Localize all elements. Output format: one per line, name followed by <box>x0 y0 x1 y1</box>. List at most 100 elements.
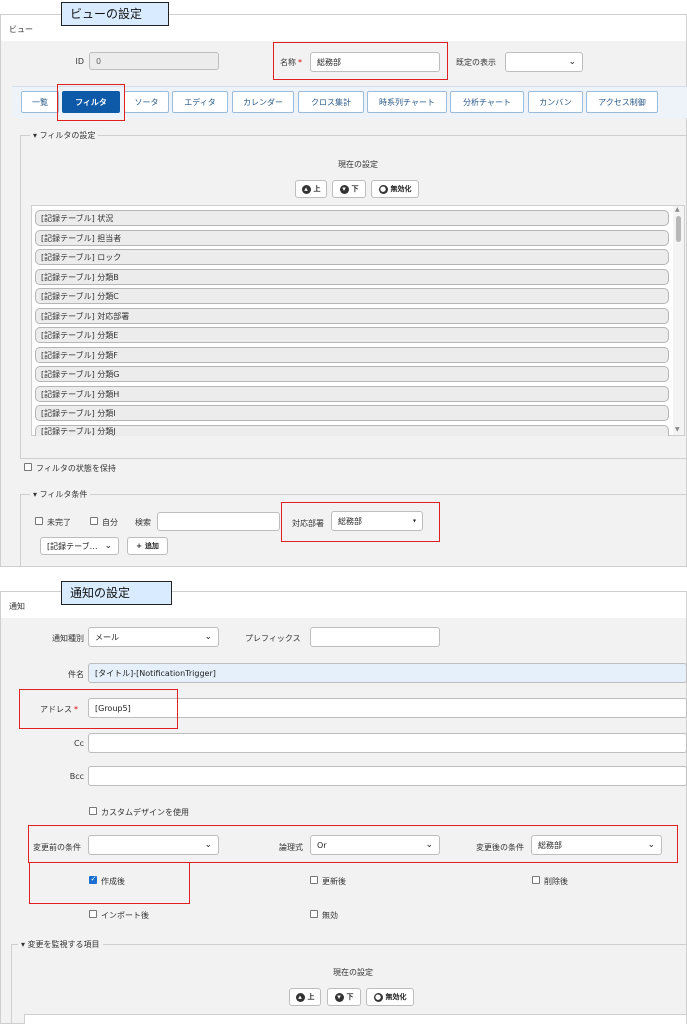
monitor-box <box>11 944 687 1024</box>
before-cond-label: 変更前の条件 <box>33 843 81 852</box>
after-cond-select[interactable]: 総務部 ⌄ <box>531 835 662 855</box>
prefix-label: プレフィックス <box>245 634 301 643</box>
chevron-down-icon: ⌄ <box>104 541 112 551</box>
subject-input[interactable]: [タイトル]-[NotificationTrigger] <box>88 663 687 683</box>
incomplete-checkbox[interactable] <box>35 517 43 525</box>
list-item[interactable]: [記録テーブル] 担当者 <box>35 230 669 246</box>
list-item[interactable]: [記録テーブル] ロック <box>35 249 669 265</box>
prefix-input[interactable] <box>310 627 440 647</box>
move-up-label: 上 <box>313 185 321 193</box>
monitor-move-up-button[interactable]: ▴ 上 <box>289 988 321 1006</box>
monitor-move-down-button[interactable]: ▾ 下 <box>327 988 361 1006</box>
bcc-input[interactable] <box>88 766 687 786</box>
list-item-text: [記録テーブル] 分類E <box>41 330 119 340</box>
tab-list[interactable]: 一覧 <box>21 91 59 113</box>
list-item[interactable]: [記録テーブル] 分類H <box>35 386 669 402</box>
list-item[interactable]: [記録テーブル] 分類E <box>35 327 669 343</box>
monitor-title-text: 変更を監視する項目 <box>27 940 100 949</box>
notify-disabled-checkbox[interactable] <box>310 910 318 918</box>
list-item[interactable]: [記録テーブル] 分類I <box>35 405 669 421</box>
current-settings-label: 現在の設定 <box>338 160 378 169</box>
list-item[interactable]: [記録テーブル] 分類C <box>35 288 669 304</box>
notify-settings-callout: 通知の設定 <box>61 581 172 605</box>
tab-crosstab-label: クロス集計 <box>311 97 351 107</box>
subject-value: [タイトル]-[NotificationTrigger] <box>95 668 216 678</box>
column-select[interactable]: [記録テーブ… ⌄ <box>40 537 119 555</box>
updated-label: 更新後 <box>322 877 346 886</box>
list-item[interactable]: [記録テーブル] 分類G <box>35 366 669 382</box>
deleted-checkbox[interactable] <box>532 876 540 884</box>
tab-kanban[interactable]: カンバン <box>528 91 583 113</box>
default-display-label: 既定の表示 <box>456 58 496 67</box>
custom-design-checkbox[interactable] <box>89 807 97 815</box>
notify-type-label: 通知種別 <box>52 634 84 643</box>
move-down-button[interactable]: ▾ 下 <box>332 180 366 198</box>
address-input[interactable]: [Group5] <box>88 698 687 718</box>
list-item-text: [記録テーブル] 担当者 <box>41 233 122 243</box>
tab-calendar[interactable]: カレンダー <box>232 91 294 113</box>
disable-button[interactable]: ● 無効化 <box>371 180 419 198</box>
updated-checkbox[interactable] <box>310 876 318 884</box>
list-item-text: [記録テーブル] 分類F <box>41 350 118 360</box>
self-checkbox[interactable] <box>90 517 98 525</box>
list-item-text: [記録テーブル] ロック <box>41 252 122 262</box>
move-down-label: 下 <box>351 185 359 193</box>
scrollbar-thumb[interactable] <box>676 216 681 242</box>
scroll-down-icon[interactable]: ▼ <box>675 426 680 433</box>
id-value: 0 <box>96 56 102 66</box>
logic-select[interactable]: Or ⌄ <box>310 835 440 855</box>
monitor-disable-button[interactable]: ● 無効化 <box>366 988 414 1006</box>
tab-access[interactable]: アクセス制御 <box>586 91 658 113</box>
tab-analysis[interactable]: 分析チャート <box>450 91 524 113</box>
keep-filter-checkbox[interactable] <box>24 463 32 471</box>
column-select-value: [記録テーブ… <box>47 541 98 551</box>
cc-input[interactable] <box>88 733 687 753</box>
chevron-down-icon: ⌄ <box>425 840 433 850</box>
scroll-up-icon[interactable]: ▲ <box>675 206 680 213</box>
monitor-move-up-label: 上 <box>307 993 315 1001</box>
list-scrollbar[interactable]: ▲ ▼ <box>673 206 684 435</box>
subject-label: 件名 <box>68 670 84 679</box>
imported-checkbox[interactable] <box>89 910 97 918</box>
address-value: [Group5] <box>95 703 131 713</box>
tab-sorter[interactable]: ソータ <box>124 91 169 113</box>
tab-editor-label: エディタ <box>184 97 216 107</box>
list-item[interactable]: [記録テーブル] 対応部署 <box>35 308 669 324</box>
list-item-text: [記録テーブル] 分類G <box>41 369 120 379</box>
tab-filter[interactable]: フィルタ <box>62 91 120 113</box>
tab-timeseries[interactable]: 時系列チャート <box>367 91 447 113</box>
tab-analysis-label: 分析チャート <box>463 97 511 107</box>
chevron-down-icon: ⌄ <box>204 840 212 850</box>
tab-timeseries-label: 時系列チャート <box>379 97 435 107</box>
address-required-mark: * <box>74 705 78 714</box>
custom-design-label: カスタムデザインを使用 <box>101 808 189 817</box>
search-input[interactable] <box>157 512 280 531</box>
notify-type-select[interactable]: メール ⌄ <box>88 627 219 647</box>
default-display-select[interactable]: ⌄ <box>505 52 583 72</box>
name-value: 総務部 <box>317 57 341 67</box>
list-item[interactable]: [記録テーブル] 分類F <box>35 347 669 363</box>
monitor-move-down-label: 下 <box>346 993 354 1001</box>
arrow-up-icon: ▴ <box>301 184 311 194</box>
move-up-button[interactable]: ▴ 上 <box>295 180 327 198</box>
tab-calendar-label: カレンダー <box>243 97 283 107</box>
list-item-text: [記録テーブル] 分類I <box>41 408 116 418</box>
disable-icon: ● <box>373 992 383 1002</box>
before-cond-select[interactable]: ⌄ <box>88 835 219 855</box>
dept-filter-select[interactable]: 総務部 ▾ <box>331 511 423 531</box>
list-item[interactable]: [記録テーブル] 分類B <box>35 269 669 285</box>
tab-sorter-label: ソータ <box>134 97 159 107</box>
list-item[interactable]: [記録テーブル] 分類J <box>35 425 669 436</box>
created-checkbox[interactable] <box>89 875 97 884</box>
list-item[interactable]: [記録テーブル] 状況 <box>35 210 669 226</box>
name-input[interactable]: 総務部 <box>310 52 440 72</box>
filter-conditions-title: ▾ フィルタ条件 <box>30 489 91 500</box>
list-item-text: [記録テーブル] 分類C <box>41 291 119 301</box>
dept-filter-label: 対応部署 <box>292 519 324 528</box>
list-item-text: [記録テーブル] 対応部署 <box>41 311 130 321</box>
arrow-down-icon: ▾ <box>334 992 344 1002</box>
tab-crosstab[interactable]: クロス集計 <box>298 91 364 113</box>
add-filter-button[interactable]: + 追加 <box>127 537 168 555</box>
list-item-text: [記録テーブル] 分類B <box>41 272 119 282</box>
tab-editor[interactable]: エディタ <box>172 91 228 113</box>
